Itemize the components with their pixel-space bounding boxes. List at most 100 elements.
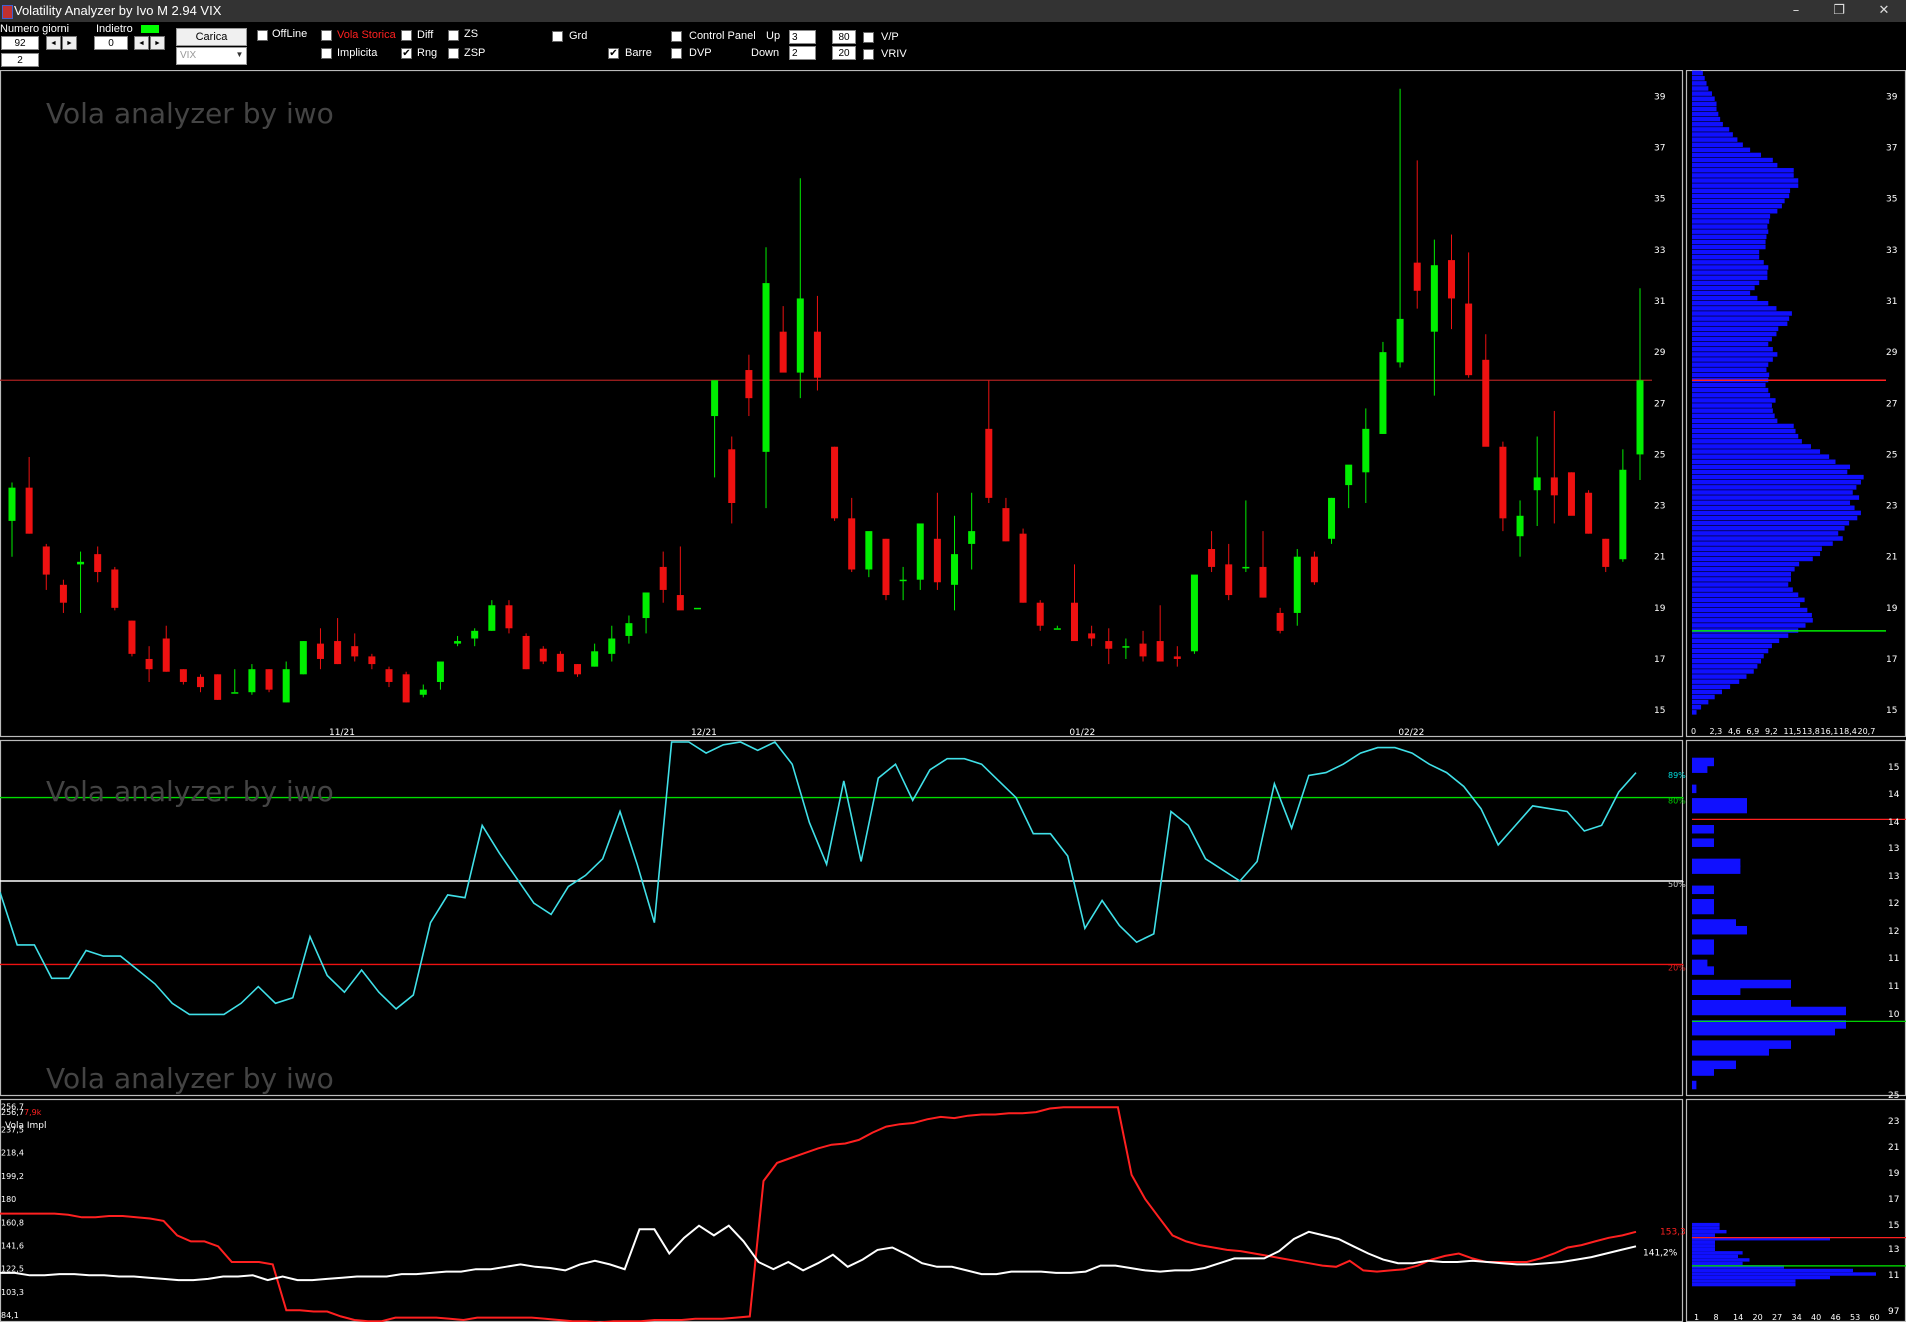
profile-bar — [1692, 127, 1730, 132]
chevron-down-icon: ▼ — [235, 50, 244, 59]
profile-bar — [1692, 865, 1741, 874]
dvp-checkbox[interactable] — [671, 48, 682, 59]
profile-bar — [1692, 1268, 1853, 1273]
close-button[interactable]: ✕ — [1866, 0, 1902, 22]
profile-bar — [1692, 674, 1747, 679]
candle-body — [865, 531, 873, 570]
profile-bar — [1692, 76, 1705, 81]
control-panel-label: Control Panel — [689, 30, 756, 42]
control-panel-checkbox[interactable] — [671, 31, 682, 42]
profile-bar — [1692, 70, 1703, 76]
y-tick-label: 19 — [1654, 604, 1666, 614]
profile-bar — [1692, 408, 1773, 413]
candle-body — [488, 605, 496, 631]
profile-bar — [1692, 203, 1782, 209]
diff-checkbox[interactable] — [401, 30, 412, 41]
offline-label: OffLine — [272, 28, 308, 40]
symbol-select[interactable]: VIX ▼ — [176, 47, 247, 65]
status-indicator — [141, 25, 159, 33]
rng-checkbox[interactable]: ✔ — [401, 48, 412, 59]
candle-body — [94, 554, 102, 573]
candle-body — [1276, 612, 1284, 631]
candle-body — [899, 579, 907, 582]
carica-button[interactable]: Carica — [176, 28, 247, 46]
zs-checkbox[interactable] — [448, 30, 459, 41]
vp-label: V/P — [881, 31, 899, 43]
down-input[interactable]: 2 — [789, 46, 816, 60]
up-input[interactable]: 3 — [789, 30, 816, 44]
indietro-right-arrow-icon[interactable]: ► — [150, 36, 165, 50]
vola-storica-checkbox[interactable] — [321, 30, 332, 41]
up-percent-input[interactable]: 80 — [832, 30, 856, 44]
candle-body — [882, 538, 890, 596]
candle-body — [711, 380, 719, 417]
zsp-checkbox[interactable] — [448, 48, 459, 59]
profile-bar — [1692, 464, 1851, 470]
numero-giorni-right-arrow-icon[interactable]: ► — [62, 36, 77, 50]
candle-body — [933, 538, 941, 583]
implicita-checkbox[interactable] — [321, 48, 332, 59]
profile-bar — [1692, 403, 1772, 408]
profile-bar — [1692, 694, 1715, 700]
maximize-button[interactable]: ❐ — [1821, 0, 1857, 22]
level-label: 20% — [1668, 963, 1686, 972]
candle-body — [1602, 538, 1610, 567]
candle-body — [762, 283, 770, 452]
indietro-left-arrow-icon[interactable]: ◄ — [134, 36, 149, 50]
x-tick-label: 8 — [1714, 1313, 1719, 1322]
candle-body — [1225, 564, 1233, 596]
candle-body — [796, 298, 804, 373]
profile-bar — [1692, 162, 1778, 168]
level-label: 50% — [1668, 880, 1686, 889]
x-tick-label: 02/22 — [1398, 728, 1424, 738]
profile-bar — [1692, 234, 1767, 240]
secondary-value-input[interactable]: 2 — [1, 53, 39, 67]
profile-bar — [1692, 367, 1767, 372]
y-tick-label: 14 — [1888, 818, 1900, 828]
profile-bar — [1692, 804, 1747, 814]
y-tick-label: 11 — [1888, 1271, 1899, 1281]
profile-bar — [1692, 91, 1712, 96]
candle-body — [539, 648, 547, 662]
indietro-input[interactable]: 0 — [94, 36, 128, 50]
numero-giorni-input[interactable]: 92 — [1, 36, 39, 50]
candle-body — [145, 658, 153, 670]
y-tick-label: 21 — [1886, 553, 1897, 563]
profile-bar — [1692, 142, 1743, 147]
x-tick-label: 9,2 — [1765, 727, 1778, 736]
offline-checkbox[interactable] — [257, 30, 268, 41]
candle-body — [197, 676, 205, 688]
profile-bar — [1692, 454, 1830, 459]
grd-checkbox[interactable] — [552, 31, 563, 42]
profile-bar — [1692, 684, 1731, 690]
watermark-middle: Vola analyzer by iwo — [46, 775, 334, 808]
candle-body — [1002, 508, 1010, 542]
top-value-label: 256,7 — [1, 1108, 24, 1117]
candle-body — [368, 656, 376, 665]
profile-bar — [1692, 905, 1714, 915]
candle-body — [1465, 303, 1473, 376]
candle-body — [505, 605, 513, 629]
x-tick-label: 40 — [1811, 1313, 1821, 1322]
profile-bar — [1692, 214, 1771, 219]
down-percent-input[interactable]: 20 — [832, 46, 856, 60]
candle-body — [1585, 492, 1593, 534]
candle-body — [1105, 641, 1113, 649]
y-tick-label: 25 — [1886, 450, 1897, 460]
profile-bar — [1692, 1047, 1769, 1056]
profile-bar — [1692, 653, 1764, 659]
barre-checkbox[interactable]: ✔ — [608, 48, 619, 59]
candle-body — [1208, 549, 1216, 567]
minimize-button[interactable]: – — [1778, 0, 1814, 22]
numero-giorni-left-arrow-icon[interactable]: ◄ — [46, 36, 61, 50]
candle-body — [1396, 318, 1404, 363]
vriv-checkbox[interactable] — [863, 49, 874, 60]
candle-body — [1019, 533, 1027, 603]
vp-checkbox[interactable] — [863, 32, 874, 43]
profile-bar — [1692, 531, 1839, 536]
candle-body — [1619, 469, 1627, 560]
profile-bar — [1692, 249, 1760, 255]
y-tick-label: 11 — [1888, 982, 1899, 992]
legend-entry: Vola Impl — [5, 1121, 46, 1131]
candle-body — [385, 669, 393, 682]
